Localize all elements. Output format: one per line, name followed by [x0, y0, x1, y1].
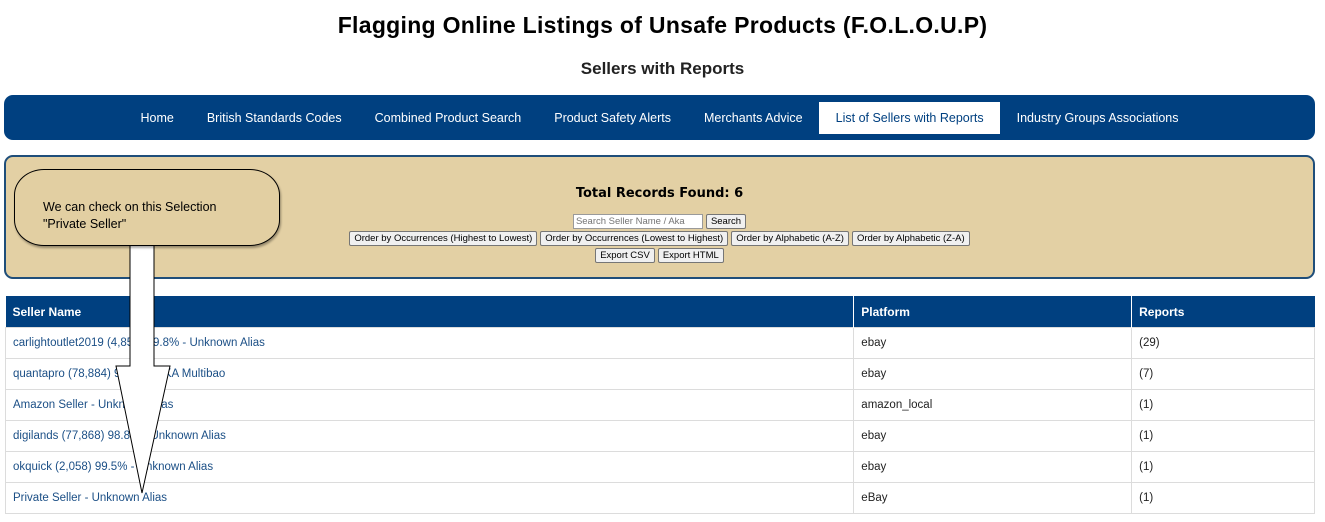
platform-cell: ebay	[853, 420, 1133, 452]
reports-cell: (29)	[1131, 327, 1315, 359]
total-records-count: 6	[734, 186, 744, 201]
nav-item-product-safety-alerts[interactable]: Product Safety Alerts	[538, 102, 688, 134]
platform-cell: ebay	[853, 327, 1133, 359]
seller-cell: Private Seller - Unknown Alias	[4, 482, 855, 514]
seller-link[interactable]: okquick (2,058) 99.5% - Unknown Alias	[13, 461, 213, 473]
seller-link[interactable]: quantapro (78,884) 99.9% - AKA Multibao	[13, 368, 225, 380]
platform-cell: eBay	[853, 482, 1133, 514]
export-row: Export CSV Export HTML	[595, 248, 724, 263]
reports-cell: (1)	[1131, 389, 1315, 421]
reports-cell: (1)	[1131, 451, 1315, 483]
column-header-reports[interactable]: Reports	[1131, 296, 1315, 328]
platform-cell: ebay	[853, 451, 1133, 483]
seller-cell: carlightoutlet2019 (4,853) 99.8% - Unkno…	[4, 327, 855, 359]
page-subtitle: Sellers with Reports	[580, 59, 745, 78]
search-input[interactable]	[572, 214, 703, 229]
seller-cell: digilands (77,868) 98.8% - Unknown Alias	[4, 420, 855, 452]
table-row: carlightoutlet2019 (4,853) 99.8% - Unkno…	[4, 327, 1315, 359]
seller-link[interactable]: Amazon Seller - Unknown Alias	[13, 399, 173, 411]
platform-cell: amazon_local	[853, 389, 1133, 421]
search-button[interactable]: Search	[705, 214, 747, 229]
column-header-seller-name[interactable]: Seller Name	[5, 296, 855, 328]
order-buttons-row: Order by Occurrences (Highest to Lowest)…	[349, 231, 970, 246]
nav-item-industry-groups[interactable]: Industry Groups Associations	[1000, 102, 1195, 134]
annotation-callout: We can check on this Selection "Private …	[14, 169, 280, 246]
search-row: Search	[572, 214, 747, 229]
seller-cell: Amazon Seller - Unknown Alias	[4, 389, 855, 421]
reports-cell: (1)	[1131, 420, 1315, 452]
order-occurrences-desc-button[interactable]: Order by Occurrences (Highest to Lowest)	[349, 231, 538, 246]
seller-link[interactable]: carlightoutlet2019 (4,853) 99.8% - Unkno…	[13, 337, 265, 349]
nav-item-merchants-advice[interactable]: Merchants Advice	[687, 102, 819, 134]
table-row: Private Seller - Unknown Alias eBay (1)	[4, 482, 1315, 514]
nav-item-combined-product-search[interactable]: Combined Product Search	[358, 102, 538, 134]
nav-item-list-of-sellers[interactable]: List of Sellers with Reports	[819, 101, 1001, 134]
annotation-line-1: We can check on this Selection	[43, 200, 217, 214]
seller-link[interactable]: Private Seller - Unknown Alias	[13, 492, 167, 504]
table-row: digilands (77,868) 98.8% - Unknown Alias…	[4, 420, 1315, 452]
reports-cell: (7)	[1131, 358, 1315, 390]
nav-item-home[interactable]: Home	[124, 102, 190, 134]
order-occurrences-asc-button[interactable]: Order by Occurrences (Lowest to Highest)	[540, 231, 729, 246]
table-header-row: Seller Name Platform Reports	[5, 296, 1315, 328]
seller-cell: okquick (2,058) 99.5% - Unknown Alias	[4, 451, 855, 483]
sellers-table: Seller Name Platform Reports carlightout…	[4, 296, 1315, 514]
nav-item-british-standards-codes[interactable]: British Standards Codes	[190, 102, 358, 134]
total-records-label: Total Records Found:	[575, 186, 730, 201]
table-row: Amazon Seller - Unknown Alias amazon_loc…	[4, 389, 1315, 421]
table-row: quantapro (78,884) 99.9% - AKA Multibao …	[4, 358, 1315, 390]
seller-link[interactable]: digilands (77,868) 98.8% - Unknown Alias	[13, 430, 226, 442]
page-title: Flagging Online Listings of Unsafe Produ…	[337, 12, 988, 38]
annotation-line-2: "Private Seller"	[43, 217, 127, 231]
order-alpha-za-button[interactable]: Order by Alphabetic (Z-A)	[851, 231, 970, 246]
export-csv-button[interactable]: Export CSV	[595, 248, 655, 263]
platform-cell: ebay	[853, 358, 1133, 390]
reports-cell: (1)	[1131, 482, 1315, 514]
annotation-text: We can check on this Selection "Private …	[43, 199, 263, 233]
column-header-platform[interactable]: Platform	[853, 296, 1133, 328]
export-html-button[interactable]: Export HTML	[657, 248, 724, 263]
order-alpha-az-button[interactable]: Order by Alphabetic (A-Z)	[731, 231, 849, 246]
table-row: okquick (2,058) 99.5% - Unknown Alias eb…	[4, 451, 1315, 483]
main-navbar: Home British Standards Codes Combined Pr…	[4, 95, 1315, 140]
seller-cell: quantapro (78,884) 99.9% - AKA Multibao	[4, 358, 855, 390]
